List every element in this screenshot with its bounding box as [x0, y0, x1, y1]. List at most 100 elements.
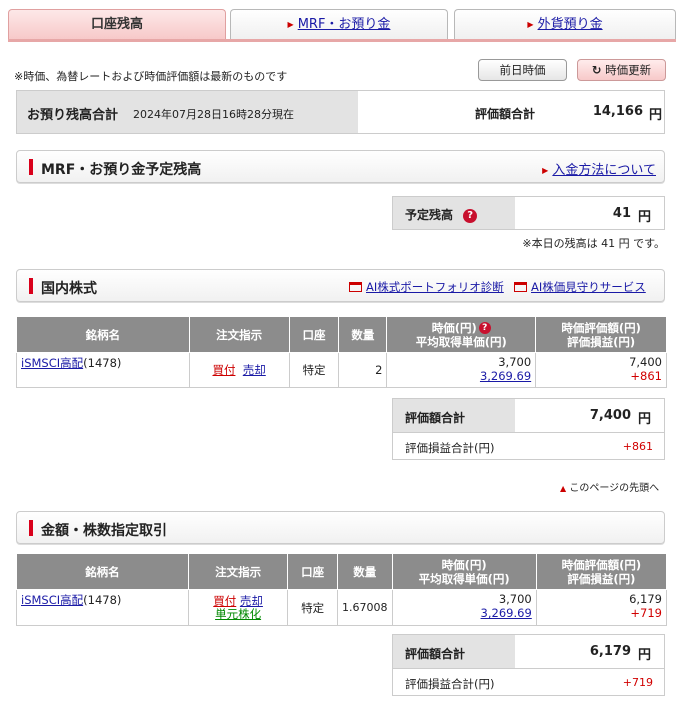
profit-loss: +719 [630, 606, 662, 620]
col-price: 時価(円) 平均取得単価(円) [391, 553, 537, 590]
tab-foreign-deposit-label: 外貨預り金 [537, 17, 603, 32]
holding-name-link[interactable]: iSMSCI高配 [21, 356, 83, 370]
order-cell: 買付 売却 [188, 352, 290, 388]
sell-link[interactable]: 売却 [240, 594, 263, 608]
col-pl-label: 評価損益(円) [567, 571, 636, 586]
col-order: 注文指示 [187, 553, 289, 590]
amount-total-unit: 円 [638, 648, 652, 663]
mrf-balance-unit: 円 [638, 210, 652, 225]
domestic-stocks-header: 国内株式 AI株式ポートフォリオ診断 AI株価見守りサービス [16, 269, 665, 302]
holding-name-cell: iSMSCI高配(1478) [16, 352, 190, 388]
unit-conversion-link[interactable]: 単元株化 [215, 607, 261, 621]
col-val-label: 時価評価額(円) [561, 557, 642, 572]
ai-portfolio-link-label: AI株式ポートフォリオ診断 [366, 280, 504, 294]
table-header-row: 銘柄名 注文指示 口座 数量 時価(円) 平均取得単価(円) 時価評価額(円) 評価… [16, 553, 668, 590]
deposit-method-link[interactable]: ▶ 入金方法について [542, 159, 656, 178]
prev-day-price-button[interactable]: 前日時価 [478, 59, 567, 81]
arrow-up-icon: ▲ [560, 484, 567, 493]
domestic-total-value: 7,400 [589, 408, 631, 423]
col-account: 口座 [288, 316, 340, 353]
summary-title-cell: お預り残高合計 2024年07月28日16時28分現在 [17, 91, 358, 133]
refresh-icon: ↻ [591, 63, 602, 77]
ai-watch-link-label: AI株価見守りサービス [531, 280, 646, 294]
valuation: 7,400 [629, 355, 662, 369]
account-type: 特定 [288, 352, 340, 388]
arrow-right-icon: ▶ [542, 166, 549, 175]
price-notice: ※時価、為替レートおよび時価評価額は最新のものです [14, 70, 288, 83]
external-window-icon [514, 282, 527, 292]
help-icon[interactable]: ? [478, 322, 491, 334]
account-type: 特定 [287, 589, 339, 626]
order-cell: 買付 売却 単元株化 [187, 589, 289, 626]
page-top-link[interactable]: ▲ このページの先頭へ [560, 479, 659, 494]
holding-code: (1478) [83, 356, 122, 370]
tab-account-balance-label: 口座残高 [90, 17, 143, 32]
quantity: 1.67008 [337, 589, 393, 626]
col-avg-label: 平均取得単価(円) [415, 334, 507, 349]
col-price-label: 時価(円) [431, 320, 477, 335]
table-row: iSMSCI高配(1478) 買付 売却 特定 2 3,700 3,269.69 … [16, 352, 667, 388]
domestic-pl-value: +861 [622, 440, 653, 453]
balance-summary: お預り残高合計 2024年07月28日16時28分現在 評価額合計 14,166… [16, 90, 665, 134]
tab-account-balance[interactable]: 口座残高 [8, 9, 226, 39]
help-icon[interactable]: ? [463, 208, 478, 223]
price-cell: 3,700 3,269.69 [391, 589, 537, 626]
table-header-row: 銘柄名 注文指示 口座 数量 時価(円)? 平均取得単価(円) 時価評価額(円) 評… [16, 316, 667, 353]
tab-foreign-deposit[interactable]: ▶ 外貨預り金 [454, 9, 676, 39]
col-val-label: 時価評価額(円) [561, 320, 641, 335]
domestic-total-label: 評価額合計 [393, 399, 515, 433]
table-row: iSMSCI高配(1478) 買付 売却 単元株化 特定 1.67008 3,70… [16, 589, 668, 626]
summary-timestamp: 2024年07月28日16時28分現在 [133, 108, 294, 121]
holding-name-link[interactable]: iSMSCI高配 [21, 593, 83, 607]
mrf-balance-value: 41 [612, 206, 631, 221]
valuation: 6,179 [629, 592, 662, 606]
refresh-label: 時価更新 [605, 63, 652, 77]
col-account: 口座 [287, 553, 339, 590]
section-marker [29, 520, 33, 536]
mrf-balance-box: 予定残高 ? 41 円 [392, 196, 665, 230]
holding-code: (1478) [83, 593, 122, 607]
price-cell: 3,700 3,269.69 [386, 352, 537, 388]
mrf-section-header: MRF・お預り金予定残高 ▶ 入金方法について [16, 150, 665, 183]
mrf-today-note: ※本日の残高は 41 円 です。 [522, 237, 665, 250]
ai-watch-link[interactable]: AI株価見守りサービス [514, 279, 646, 295]
profit-loss: +861 [630, 369, 662, 383]
col-valuation: 時価評価額(円) 評価損益(円) [535, 316, 667, 353]
col-avg-label: 平均取得単価(円) [418, 571, 510, 586]
section-marker [29, 278, 33, 294]
amount-trading-title: 金額・株数指定取引 [41, 523, 167, 539]
arrow-right-icon: ▶ [527, 20, 534, 29]
ai-portfolio-link[interactable]: AI株式ポートフォリオ診断 [349, 279, 504, 295]
amount-total-value: 6,179 [589, 644, 631, 659]
holding-name-cell: iSMSCI高配(1478) [16, 589, 189, 626]
domestic-total-box: 評価額合計 7,400 円 評価損益合計(円) +861 [392, 398, 665, 460]
external-window-icon [349, 282, 362, 292]
amount-total-box: 評価額合計 6,179 円 評価損益合計(円) +719 [392, 634, 665, 696]
domestic-holdings-table: 銘柄名 注文指示 口座 数量 時価(円)? 平均取得単価(円) 時価評価額(円) 評… [16, 316, 667, 388]
account-tabs: 口座残高 ▶ MRF・お預り金 ▶ 外貨預り金 [8, 9, 676, 42]
domestic-total-unit: 円 [638, 412, 652, 427]
buy-link[interactable]: 買付 [213, 594, 236, 608]
refresh-price-button[interactable]: ↻ 時価更新 [577, 59, 666, 81]
valuation-total-label: 評価額合計 [475, 107, 536, 121]
mrf-balance-label-cell: 予定残高 ? [393, 197, 515, 229]
valuation-unit: 円 [649, 108, 663, 123]
tab-mrf-deposit[interactable]: ▶ MRF・お預り金 [230, 9, 448, 39]
col-pl-label: 評価損益(円) [567, 334, 636, 349]
valuation-total-value: 14,166 [592, 104, 643, 119]
arrow-right-icon: ▶ [287, 20, 294, 29]
quantity: 2 [338, 352, 388, 388]
avg-cost-link[interactable]: 3,269.69 [481, 606, 532, 620]
page-top-label: このページの先頭へ [569, 483, 660, 494]
deposit-method-link-label: 入金方法について [552, 163, 656, 178]
sell-link[interactable]: 売却 [243, 363, 266, 377]
section-marker [29, 159, 33, 175]
tab-mrf-deposit-label: MRF・お預り金 [297, 17, 391, 32]
avg-cost-link[interactable]: 3,269.69 [480, 369, 531, 383]
domestic-pl-label: 評価損益合計(円) [405, 441, 495, 455]
buy-link[interactable]: 買付 [212, 363, 235, 377]
col-price: 時価(円)? 平均取得単価(円) [386, 316, 537, 353]
col-name: 銘柄名 [16, 316, 190, 353]
amount-pl-label: 評価損益合計(円) [405, 677, 495, 691]
col-price-label: 時価(円) [441, 557, 487, 572]
